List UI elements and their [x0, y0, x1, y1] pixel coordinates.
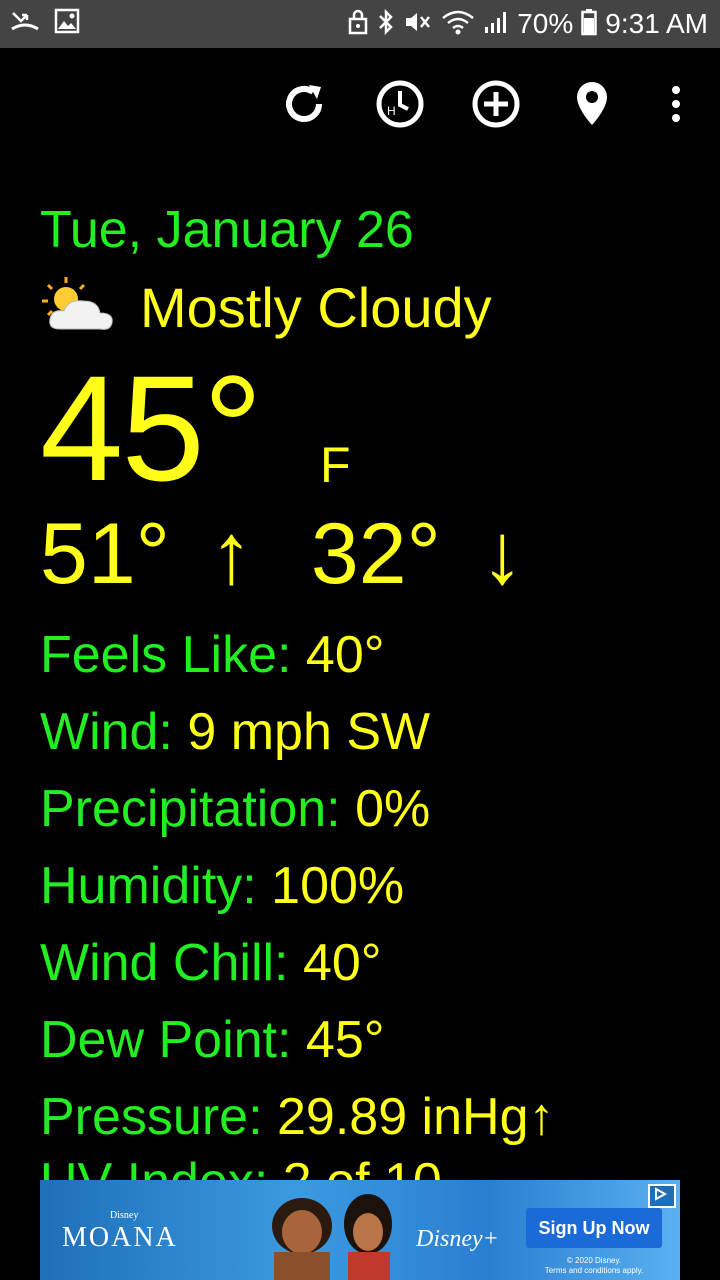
- svg-text:H: H: [387, 104, 396, 118]
- ad-service-logo: Disney+: [416, 1226, 499, 1252]
- detail-uv-index: UV Index: 2 of 10: [40, 1152, 442, 1180]
- partly-cloudy-icon: [40, 275, 118, 340]
- add-icon: [472, 80, 520, 128]
- detail-value: 100%: [271, 857, 405, 915]
- high-temperature: 51°: [40, 506, 171, 602]
- ad-copyright: © 2020 Disney.: [566, 1256, 622, 1265]
- forecast-date: Tue, January 26: [40, 201, 414, 259]
- ad-movie-logo: MOANA: [62, 1222, 178, 1253]
- bluetooth-icon: [377, 8, 395, 41]
- refresh-icon: [286, 85, 322, 122]
- image-icon: [54, 8, 80, 39]
- history-icon: H: [376, 80, 424, 128]
- action-toolbar: H: [0, 72, 720, 136]
- detail-value: 40°: [302, 934, 382, 992]
- detail-uv-index-clipped: UV Index: 2 of 10: [0, 1150, 720, 1180]
- refresh-button[interactable]: [278, 78, 330, 130]
- detail-wind-chill: Wind Chill: 40°: [40, 933, 382, 993]
- detail-label: UV Index:: [40, 1153, 268, 1180]
- detail-label: Wind Chill:: [40, 934, 289, 992]
- signal-icon: [483, 9, 509, 40]
- ad-banner[interactable]: Disney MOANA Disney+ Sign Up Now © 2020 …: [40, 1180, 680, 1280]
- wifi-icon: [441, 8, 475, 41]
- detail-value: 29.89 inHg↑: [276, 1088, 555, 1146]
- ad-terms: Terms and conditions apply.: [544, 1266, 644, 1275]
- missed-call-icon: [10, 9, 40, 38]
- more-vert-icon: [672, 86, 680, 122]
- detail-value: 2 of 10: [283, 1153, 442, 1180]
- condition-text: Mostly Cloudy: [140, 276, 492, 339]
- sign-up-button[interactable]: Sign Up Now: [526, 1208, 662, 1248]
- ad-brand-small: Disney: [110, 1210, 139, 1221]
- detail-label: Wind:: [40, 703, 173, 761]
- detail-label: Feels Like:: [40, 626, 292, 684]
- ad-fine-print: © 2020 Disney. Terms and conditions appl…: [528, 1256, 660, 1276]
- add-location-button[interactable]: [470, 78, 522, 130]
- detail-label: Precipitation:: [40, 780, 341, 838]
- lock-icon: [347, 9, 369, 40]
- detail-value: 45°: [305, 1011, 385, 1069]
- detail-value: 40°: [305, 626, 385, 684]
- low-temperature: 32°: [310, 506, 441, 602]
- down-arrow-icon: ↓: [480, 506, 524, 602]
- clock-time: 9:31 AM: [605, 8, 708, 39]
- battery-icon: [581, 8, 598, 41]
- temperature-unit: F: [320, 437, 351, 493]
- detail-pressure: Pressure: 29.89 inHg↑: [40, 1087, 555, 1147]
- mute-icon: [403, 9, 433, 40]
- location-icon: [577, 82, 607, 125]
- detail-label: Pressure:: [40, 1088, 263, 1146]
- detail-value: 9 mph SW: [187, 703, 431, 761]
- current-temperature: 45°: [40, 344, 263, 512]
- battery-percent: 70%: [517, 8, 574, 39]
- status-bar: 70% 9:31 AM: [0, 0, 720, 48]
- ad-choices-icon[interactable]: [648, 1184, 676, 1208]
- detail-wind: Wind: 9 mph SW: [40, 702, 430, 762]
- history-button[interactable]: H: [374, 78, 426, 130]
- detail-dew-point: Dew Point: 45°: [40, 1010, 385, 1070]
- detail-label: Dew Point:: [40, 1011, 292, 1069]
- detail-value: 0%: [355, 780, 431, 838]
- more-options-button[interactable]: [650, 78, 702, 130]
- detail-precipitation: Precipitation: 0%: [40, 779, 430, 839]
- ad-characters-image: [272, 1194, 392, 1280]
- detail-humidity: Humidity: 100%: [40, 856, 404, 916]
- high-low-row: 51° ↑ 32° ↓: [40, 505, 524, 604]
- location-button[interactable]: [566, 78, 618, 130]
- detail-feels-like: Feels Like: 40°: [40, 625, 385, 685]
- detail-label: Humidity:: [40, 857, 257, 915]
- up-arrow-icon: ↑: [209, 506, 253, 602]
- condition-row: Mostly Cloudy: [40, 275, 492, 340]
